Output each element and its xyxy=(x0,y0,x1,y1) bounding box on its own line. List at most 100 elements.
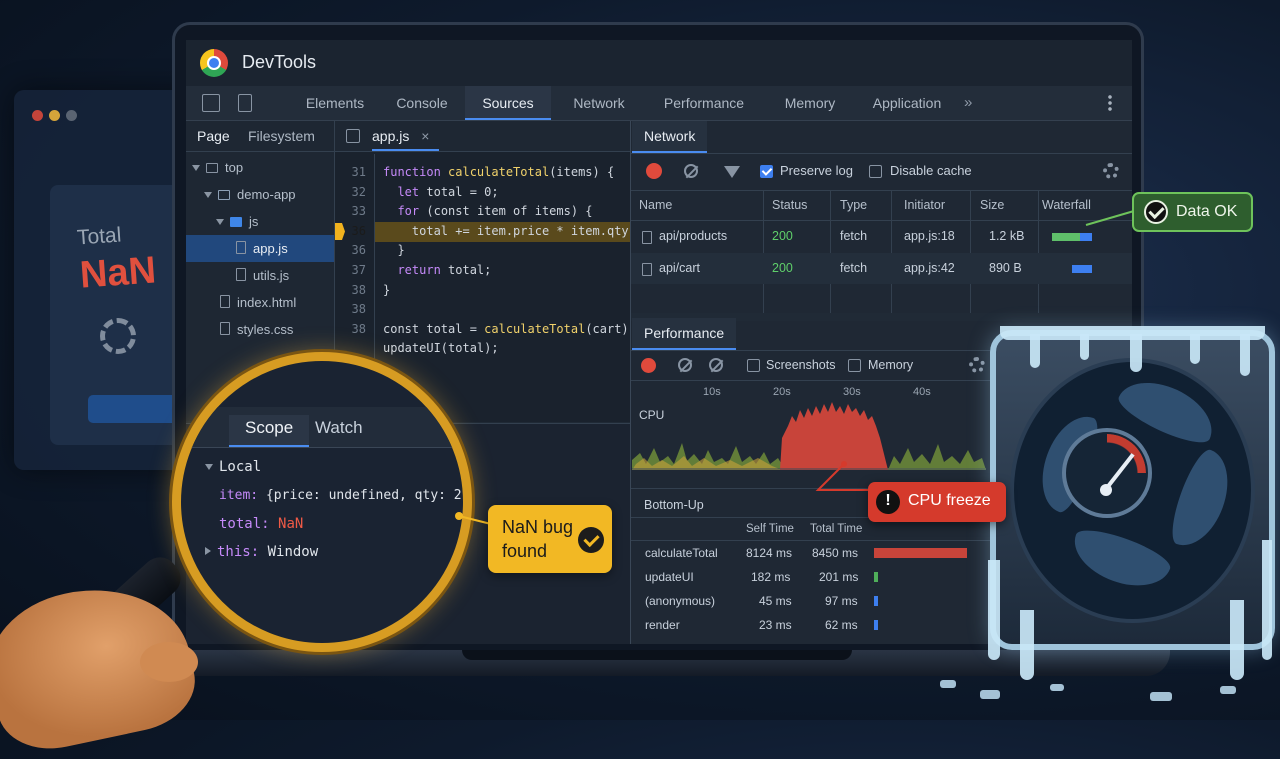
request-file-icon xyxy=(642,231,652,244)
data-ok-callout: Data OK xyxy=(1132,192,1253,232)
tab-application[interactable]: Application xyxy=(858,86,956,120)
column-header-total-time[interactable]: Total Time xyxy=(810,523,862,535)
request-name: api/cart xyxy=(659,261,700,275)
tree-item-label: index.html xyxy=(237,295,297,310)
tab-scope[interactable]: Scope xyxy=(229,415,310,447)
function-name: (anonymous) xyxy=(645,594,716,608)
collapse-arrow-icon xyxy=(205,547,211,555)
inspect-element-icon[interactable] xyxy=(202,94,220,112)
expand-arrow-icon xyxy=(192,165,200,171)
frame-icon xyxy=(206,163,218,173)
scope-section-local[interactable]: Local xyxy=(205,459,261,475)
warning-icon: ! xyxy=(876,490,900,514)
record-icon[interactable] xyxy=(646,163,662,179)
screenshots-checkbox[interactable] xyxy=(747,359,760,372)
scope-var-total[interactable]: total: NaN xyxy=(219,516,303,532)
chrome-logo-center xyxy=(207,56,221,70)
function-name: updateUI xyxy=(645,570,694,584)
line-number: 33 xyxy=(351,204,366,219)
editor-file-tab[interactable]: app.js × xyxy=(372,121,440,151)
column-header-initiator[interactable]: Initiator xyxy=(904,198,945,212)
tab-watch[interactable]: Watch xyxy=(315,415,363,447)
cpu-freeze-pointer xyxy=(815,461,870,491)
column-header-type[interactable]: Type xyxy=(840,198,867,212)
table-row[interactable]: api/products 200 fetch app.js:18 1.2 kB xyxy=(631,221,1132,252)
network-divider xyxy=(631,153,1132,154)
tab-sources[interactable]: Sources xyxy=(465,86,551,120)
icicle xyxy=(1240,334,1250,376)
self-time: 182 ms xyxy=(751,570,791,584)
window-title: DevTools xyxy=(242,52,317,72)
clear-icon[interactable] xyxy=(684,164,698,178)
ice-chip xyxy=(1220,686,1236,694)
performance-panel-title[interactable]: Performance xyxy=(632,318,737,350)
scope-var-this[interactable]: this: Window xyxy=(205,544,318,560)
timeline-tick: 30s xyxy=(843,386,861,398)
line-number: 32 xyxy=(351,184,366,199)
network-settings-gear-icon[interactable] xyxy=(1103,163,1119,179)
tree-item-index-html[interactable]: index.html xyxy=(220,289,332,316)
column-header-size[interactable]: Size xyxy=(980,198,1004,212)
tab-memory[interactable]: Memory xyxy=(766,86,854,120)
more-tabs-icon[interactable]: » xyxy=(964,86,972,120)
tab-performance[interactable]: Performance xyxy=(648,86,760,120)
perf-settings-gear-icon[interactable] xyxy=(969,357,985,373)
code-line: for (const item of items) { xyxy=(397,204,593,219)
navigator-tab-page[interactable]: Page xyxy=(197,121,230,151)
perf-reload-icon[interactable] xyxy=(678,358,692,372)
close-tab-icon[interactable]: × xyxy=(421,128,429,144)
table-row[interactable]: api/cart 200 fetch app.js:42 890 B xyxy=(631,253,1132,284)
request-initiator: app.js:18 xyxy=(904,229,955,243)
tree-item-utils-js[interactable]: utils.js xyxy=(236,262,332,289)
network-panel-title[interactable]: Network xyxy=(632,121,708,153)
icicle xyxy=(1080,334,1089,360)
column-divider xyxy=(830,191,831,313)
waterfall-bar xyxy=(1052,233,1080,241)
tab-network[interactable]: Network xyxy=(556,86,642,120)
tree-item-app-js[interactable]: app.js xyxy=(186,235,334,262)
disable-cache-checkbox[interactable] xyxy=(869,165,882,178)
device-toolbar-icon[interactable] xyxy=(238,94,252,112)
tab-console[interactable]: Console xyxy=(382,86,462,120)
kebab-menu-icon[interactable] xyxy=(1108,94,1112,112)
file-icon xyxy=(236,241,246,254)
column-header-status[interactable]: Status xyxy=(772,198,807,212)
nan-bug-callout: NaN bug found xyxy=(488,505,612,573)
laptop-notch xyxy=(462,650,852,660)
column-divider xyxy=(970,191,971,313)
file-icon xyxy=(220,295,230,308)
navigator-tab-filesystem[interactable]: Filesystem xyxy=(248,121,315,151)
navigator-divider xyxy=(186,151,334,152)
preserve-log-checkbox[interactable] xyxy=(760,165,773,178)
total-value: NaN xyxy=(78,249,158,297)
tree-item-js[interactable]: js xyxy=(216,208,332,235)
timeline-tick: 40s xyxy=(913,386,931,398)
perf-record-icon[interactable] xyxy=(641,358,656,373)
tree-item-demo-app[interactable]: demo-app xyxy=(204,181,332,208)
request-file-icon xyxy=(642,263,652,276)
data-ok-pointer xyxy=(1085,210,1135,226)
line-number: 38 xyxy=(351,302,366,317)
window-controls xyxy=(32,108,83,126)
magnifier-lens: Scope Watch Local item: {price: undefine… xyxy=(172,352,472,652)
request-name: api/products xyxy=(659,229,728,243)
memory-checkbox[interactable] xyxy=(848,359,861,372)
tab-elements[interactable]: Elements xyxy=(292,86,378,120)
scope-var-item[interactable]: item: {price: undefined, qty: 2} xyxy=(219,488,463,503)
tree-item-label: utils.js xyxy=(253,268,290,283)
code-line: updateUI(total); xyxy=(383,341,499,356)
tree-item-styles-css[interactable]: styles.css xyxy=(220,316,332,343)
line-number: 38 xyxy=(351,321,366,336)
perf-clear-icon[interactable] xyxy=(709,358,723,372)
ice-chip xyxy=(1050,684,1064,691)
icicle xyxy=(1190,334,1200,364)
request-status: 200 xyxy=(772,229,793,243)
cpu-activity-chart[interactable] xyxy=(632,398,986,470)
column-header-self-time[interactable]: Self Time xyxy=(746,523,794,535)
column-header-name[interactable]: Name xyxy=(639,198,672,212)
tree-item-top[interactable]: top xyxy=(192,154,332,181)
code-line-paused: total += item.price * item.qty; xyxy=(411,223,636,238)
toggle-navigator-icon[interactable] xyxy=(346,129,360,143)
bottom-up-tab[interactable]: Bottom-Up xyxy=(644,498,704,512)
filter-icon[interactable] xyxy=(724,166,740,178)
